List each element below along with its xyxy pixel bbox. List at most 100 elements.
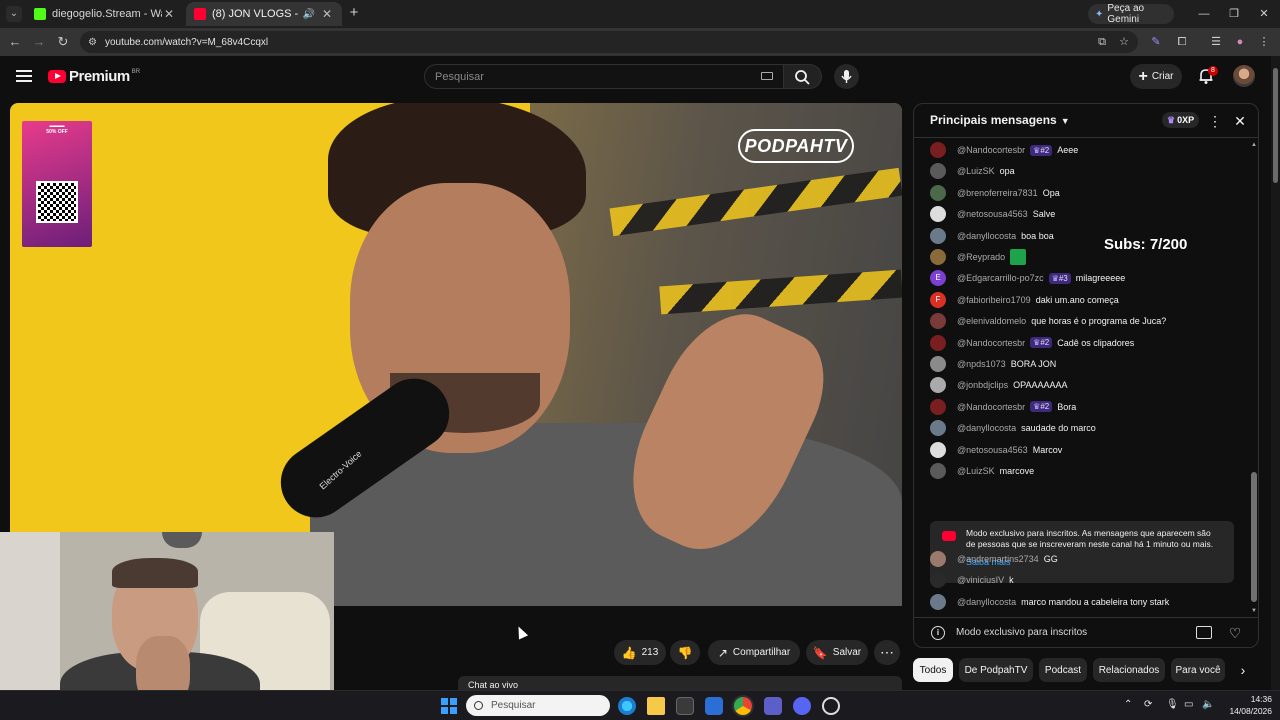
author-avatar[interactable]	[930, 377, 946, 394]
author-name[interactable]: @viniciusIV	[957, 575, 1004, 585]
chat-message[interactable]: @netosousa4563 Marcov	[930, 441, 1062, 459]
author-name[interactable]: @danyllocosta	[957, 597, 1016, 607]
chip-for-you[interactable]: Para você	[1171, 658, 1225, 682]
author-name[interactable]: @brenoferreira7831	[957, 188, 1038, 198]
teams-icon[interactable]	[764, 697, 782, 715]
reading-list-icon[interactable]: ☰	[1208, 34, 1224, 50]
more-actions-button[interactable]: ⋯	[874, 640, 900, 665]
taskbar-clock[interactable]: 14:36 14/08/2026	[1222, 693, 1272, 717]
show-hidden-icons-icon[interactable]: ⌃	[1124, 699, 1132, 710]
chat-message[interactable]: @LuizSK opa	[930, 162, 1015, 180]
heart-icon[interactable]: ♡	[1226, 624, 1244, 642]
author-name[interactable]: @Edgarcarrillo-po7zc	[957, 273, 1044, 283]
tab-search-menu-icon[interactable]: ⌄	[6, 6, 22, 22]
author-name[interactable]: @Reyprado	[957, 252, 1005, 262]
author-avatar[interactable]	[930, 334, 946, 351]
author-name[interactable]: @danyllocosta	[957, 231, 1016, 241]
author-avatar[interactable]	[930, 398, 946, 415]
install-app-icon[interactable]: ⧉	[1094, 34, 1110, 50]
author-name[interactable]: @danyllocosta	[957, 423, 1016, 433]
close-tab-icon[interactable]: ✕	[162, 7, 176, 21]
author-avatar[interactable]	[930, 572, 946, 589]
new-tab-icon[interactable]: +	[346, 5, 362, 21]
author-avatar[interactable]	[930, 206, 946, 223]
share-button[interactable]: ↗ Compartilhar	[708, 640, 800, 665]
author-name[interactable]: @Nandocortesbr	[957, 402, 1025, 412]
back-icon[interactable]: ←	[7, 34, 23, 50]
chat-message[interactable]: @Nandocortesbr ♛#2 Aeee	[930, 141, 1078, 159]
chip-from-channel[interactable]: De PodpahTV	[959, 658, 1033, 682]
chat-message[interactable]: @npds1073 BORA JON	[930, 355, 1056, 373]
taskbar-search-input[interactable]	[491, 700, 591, 711]
author-avatar[interactable]	[930, 551, 946, 567]
author-avatar[interactable]	[930, 249, 946, 265]
discord-icon[interactable]	[793, 697, 811, 715]
chat-scrollbar[interactable]: ▲ ▼	[1251, 142, 1257, 616]
chat-message[interactable]: @viniciusIV k	[930, 571, 1014, 589]
author-avatar[interactable]	[930, 142, 946, 158]
create-button[interactable]: + Criar	[1130, 64, 1182, 89]
chat-message[interactable]: @elenivaldomelo que horas é o programa de…	[930, 312, 1166, 330]
chip-all[interactable]: Todos	[913, 658, 953, 682]
author-avatar[interactable]: E	[930, 270, 946, 287]
window-close-icon[interactable]: ✕	[1256, 6, 1272, 22]
windows-start-icon[interactable]	[440, 697, 458, 715]
chat-scroll-thumb[interactable]	[1251, 472, 1257, 602]
author-avatar[interactable]	[930, 463, 946, 479]
author-avatar[interactable]	[930, 356, 946, 372]
edge-browser-icon[interactable]	[618, 697, 636, 715]
chevron-right-icon[interactable]: ›	[1236, 661, 1250, 679]
menu-icon[interactable]	[16, 70, 32, 82]
chat-message[interactable]: @Reyprado	[930, 248, 1027, 266]
gemini-button[interactable]: ✦ Peça ao Gemini	[1088, 3, 1174, 25]
author-avatar[interactable]	[930, 163, 946, 180]
chat-message[interactable]: @Nandocortesbr ♛#2 Bora	[930, 398, 1076, 416]
speaker-icon[interactable]: 🔊	[302, 9, 316, 20]
chat-message[interactable]: @brenoferreira7831 Opa	[930, 184, 1060, 202]
author-name[interactable]: @LuizSK	[957, 166, 995, 176]
extensions-puzzle-icon[interactable]: ⧠	[1174, 34, 1190, 50]
chrome-icon[interactable]	[734, 697, 752, 715]
mail-icon[interactable]	[705, 697, 723, 715]
dislike-button[interactable]: 👎	[670, 640, 700, 665]
xp-badge[interactable]: ♛ 0XP	[1162, 112, 1200, 128]
save-button[interactable]: 🔖 Salvar	[806, 640, 868, 665]
author-name[interactable]: @Nandocortesbr	[957, 145, 1025, 155]
chat-options-icon[interactable]: ⋮	[1208, 112, 1222, 130]
microphone-tray-icon[interactable]: 🎙	[1166, 699, 1179, 710]
store-icon[interactable]	[676, 697, 694, 715]
taskbar-search[interactable]	[466, 695, 610, 716]
file-explorer-icon[interactable]	[647, 697, 665, 715]
keyboard-icon[interactable]	[761, 72, 773, 80]
author-avatar[interactable]	[930, 184, 946, 201]
search-button[interactable]	[784, 64, 822, 89]
page-scroll-thumb[interactable]	[1273, 68, 1278, 183]
chat-replay-bar[interactable]: Chat ao vivo	[458, 676, 902, 690]
account-avatar[interactable]	[1233, 65, 1255, 87]
author-avatar[interactable]	[930, 313, 946, 330]
chat-message[interactable]: @LuizSK marcove	[930, 462, 1034, 480]
page-scrollbar[interactable]	[1271, 56, 1280, 690]
super-chat-icon[interactable]	[1196, 626, 1212, 639]
author-name[interactable]: @fabioribeiro1709	[957, 295, 1031, 305]
monitor-icon[interactable]: ▭	[1184, 699, 1193, 710]
chat-message[interactable]: @andremartins2734 GG	[930, 550, 1058, 568]
chrome-menu-icon[interactable]: ⋮	[1256, 34, 1272, 50]
author-avatar[interactable]	[930, 441, 946, 458]
chip-related[interactable]: Relacionados	[1093, 658, 1165, 682]
author-name[interactable]: @elenivaldomelo	[957, 316, 1026, 326]
chat-message[interactable]: @netosousa4563 Salve	[930, 205, 1055, 223]
author-avatar[interactable]: F	[930, 291, 946, 308]
author-avatar[interactable]	[930, 227, 946, 244]
extension-pen-icon[interactable]: ✎	[1148, 34, 1164, 50]
address-bar[interactable]: ⚙ youtube.com/watch?v=M_68v4Ccqxl	[80, 31, 1138, 53]
author-avatar[interactable]	[930, 593, 946, 610]
search-input[interactable]	[435, 70, 755, 83]
chip-podcast[interactable]: Podcast	[1039, 658, 1087, 682]
author-name[interactable]: @LuizSK	[957, 466, 995, 476]
forward-icon[interactable]: →	[31, 34, 47, 50]
browser-tab-youtube[interactable]: (8) JON VLOGS - Podpah # 🔊 ✕	[186, 2, 342, 26]
author-name[interactable]: @jonbdjclips	[957, 380, 1008, 390]
site-info-icon[interactable]: ⚙	[88, 37, 97, 48]
bookmark-star-icon[interactable]: ☆	[1116, 34, 1132, 50]
